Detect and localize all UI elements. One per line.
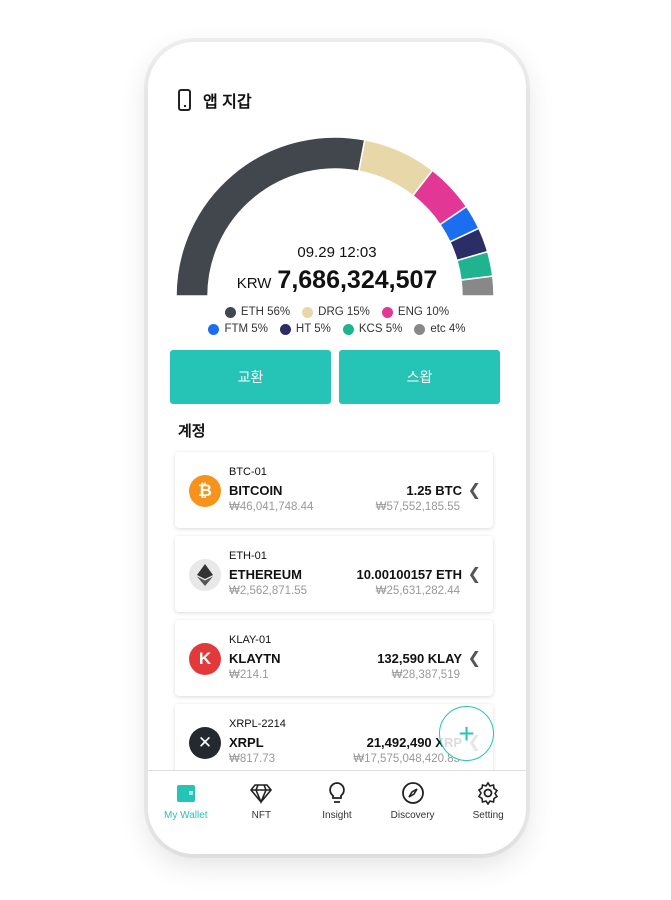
legend-dot xyxy=(208,324,220,335)
currency: KRW xyxy=(236,275,272,292)
legend-dot xyxy=(414,324,426,335)
legend-item: etc 4% xyxy=(414,321,466,338)
chevron-left-icon[interactable]: ❮ xyxy=(468,564,481,584)
coin-price: ₩817.73 xyxy=(229,753,276,765)
nav-my-wallet[interactable]: My Wallet xyxy=(151,781,221,854)
legend-label: ENG 10% xyxy=(397,306,450,318)
coin-balance: 132,590 KLAY xyxy=(377,651,462,666)
account-card[interactable]: ₿ BTC-01 BITCOIN ₩46,041,748.44 1.25 BTC… xyxy=(175,452,493,528)
legend-item: ENG 10% xyxy=(381,304,450,321)
add-account-button[interactable]: + xyxy=(439,706,494,761)
nav-label: Discovery xyxy=(390,810,435,821)
bottom-nav: My Wallet NFT Insight Discovery Setting xyxy=(148,770,526,854)
account-card[interactable]: ETH-01 ETHEREUM ₩2,562,871.55 10.0010015… xyxy=(175,536,493,612)
legend-item: FTM 5% xyxy=(208,321,268,338)
legend-item: DRG 15% xyxy=(302,304,370,321)
legend-label: KCS 5% xyxy=(358,323,403,335)
coin-price: ₩214.1 xyxy=(229,669,269,681)
phone-icon xyxy=(178,89,191,111)
account-id: ETH-01 xyxy=(229,550,267,562)
balance-value: ₩25,631,282.44 xyxy=(375,585,460,597)
coin-name: BITCOIN xyxy=(229,483,283,498)
header: 앱 지갑 xyxy=(178,88,252,112)
legend-label: FTM 5% xyxy=(224,323,268,335)
legend-label: ETH 56% xyxy=(240,306,291,318)
page-title: 앱 지갑 xyxy=(203,94,252,111)
legend-dot xyxy=(224,307,236,318)
account-id: BTC-01 xyxy=(229,466,267,478)
swap-button[interactable]: 스왑 xyxy=(339,350,500,404)
balance-value: ₩17,575,048,420.85 xyxy=(353,753,460,765)
legend-dot xyxy=(342,324,354,335)
section-title: 계정 xyxy=(178,423,206,440)
chevron-left-icon[interactable]: ❮ xyxy=(468,648,481,668)
exchange-button[interactable]: 교환 xyxy=(170,350,331,404)
legend-label: DRG 15% xyxy=(318,306,370,318)
legend-item: HT 5% xyxy=(279,321,331,338)
legend-item: KCS 5% xyxy=(342,321,403,338)
nav-setting[interactable]: Setting xyxy=(453,781,523,854)
legend-label: etc 4% xyxy=(430,323,466,335)
coin-name: KLAYTN xyxy=(229,651,281,666)
coin-balance: 1.25 BTC xyxy=(406,483,462,498)
nav-label: Insight xyxy=(322,810,352,821)
legend-dot xyxy=(279,324,291,335)
balance-value: ₩28,387,519 xyxy=(391,669,460,681)
nav-label: NFT xyxy=(251,810,272,821)
xrp-icon: ✕ xyxy=(189,727,221,759)
nav-nft[interactable]: NFT xyxy=(226,781,296,854)
legend-item: ETH 56% xyxy=(224,304,291,321)
account-id: XRPL-2214 xyxy=(229,718,286,730)
total-balance: KRW 7,686,324,507 xyxy=(148,266,526,295)
nav-insight[interactable]: Insight xyxy=(302,781,372,854)
chart-legend: ETH 56% DRG 15% ENG 10% FTM 5% HT 5% KCS 5% et… xyxy=(148,304,526,338)
legend-label: HT 5% xyxy=(295,323,331,335)
nav-discovery[interactable]: Discovery xyxy=(378,781,448,854)
ethereum-icon xyxy=(189,559,221,591)
coin-price: ₩2,562,871.55 xyxy=(229,585,308,597)
plus-icon: + xyxy=(458,717,475,749)
chevron-left-icon[interactable]: ❮ xyxy=(468,480,481,500)
diamond-icon xyxy=(250,784,273,805)
account-id: KLAY-01 xyxy=(229,634,272,646)
total-amount: 7,686,324,507 xyxy=(277,266,438,294)
nav-label: Setting xyxy=(472,810,504,821)
nav-label: My Wallet xyxy=(164,810,208,821)
timestamp: 09.29 12:03 xyxy=(297,244,377,261)
compass-icon xyxy=(401,782,424,804)
legend-dot xyxy=(381,307,393,318)
wallet-icon xyxy=(176,785,195,802)
gear-icon xyxy=(478,781,499,805)
coin-name: ETHEREUM xyxy=(229,567,302,582)
phone-screen: 앱 지갑 09.29 12:03 KRW 7,686,324,507 ETH 56… xyxy=(148,42,526,854)
lightbulb-icon xyxy=(329,782,345,803)
coin-balance: 10.00100157 ETH xyxy=(356,567,462,582)
coin-price: ₩46,041,748.44 xyxy=(229,501,314,513)
klaytn-icon: K xyxy=(189,643,221,675)
balance-value: ₩57,552,185.55 xyxy=(375,501,460,513)
coin-name: XRPL xyxy=(229,735,264,750)
account-card[interactable]: K KLAY-01 KLAYTN ₩214.1 132,590 KLAY ₩28… xyxy=(175,620,493,696)
bitcoin-icon: ₿ xyxy=(189,475,221,507)
legend-dot xyxy=(302,307,314,318)
